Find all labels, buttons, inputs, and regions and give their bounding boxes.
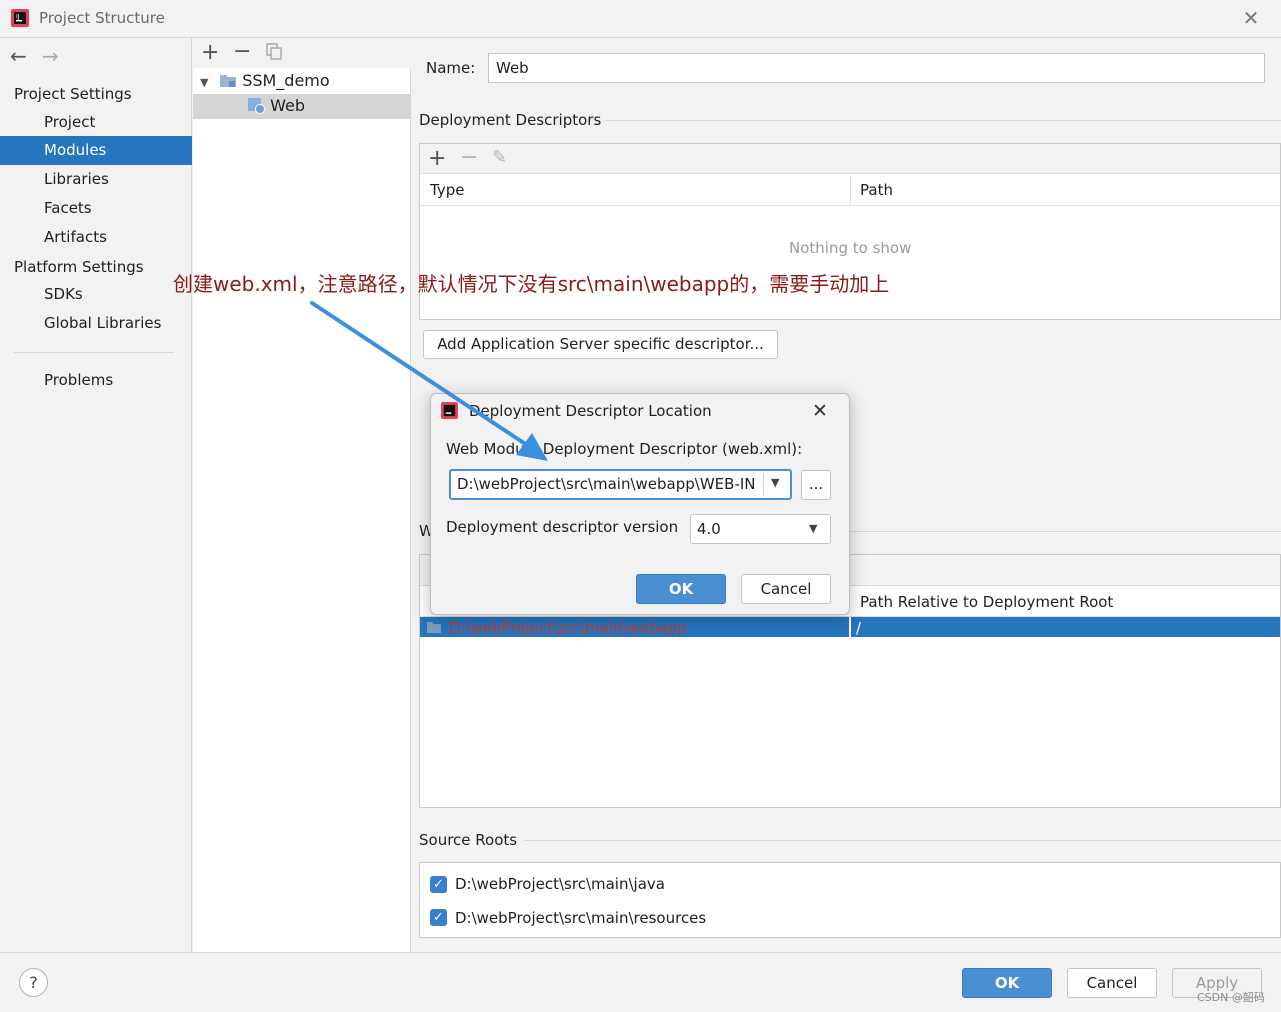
descriptor-path-input[interactable]: D:\webProject\src\main\webapp\WEB-IN bbox=[457, 475, 757, 493]
source-root-checkbox[interactable]: ✓ bbox=[430, 876, 447, 893]
cancel-button[interactable]: Cancel bbox=[1067, 968, 1157, 998]
source-root-path: D:\webProject\src\main\resources bbox=[455, 909, 707, 927]
dd-column-type[interactable]: Type bbox=[430, 181, 464, 199]
column-divider bbox=[849, 617, 851, 637]
ok-button[interactable]: OK bbox=[962, 968, 1052, 998]
version-select[interactable]: 4.0 ▼ bbox=[690, 514, 831, 544]
descriptor-path-combobox[interactable]: D:\webProject\src\main\webapp\WEB-IN ▼ bbox=[449, 469, 792, 500]
group-divider bbox=[605, 120, 1281, 121]
copy-icon[interactable] bbox=[266, 43, 282, 60]
help-button[interactable]: ? bbox=[19, 968, 48, 997]
sidebar-item-problems[interactable]: Problems bbox=[0, 366, 192, 395]
dd-column-path[interactable]: Path bbox=[860, 181, 893, 199]
dd-edit-icon[interactable]: ✎ bbox=[492, 147, 507, 169]
deployment-descriptors-title: Deployment Descriptors bbox=[419, 111, 602, 129]
tree-label-web: Web bbox=[270, 96, 305, 115]
column-divider bbox=[850, 176, 851, 206]
chevron-down-icon[interactable]: ▼ bbox=[200, 70, 214, 95]
tree-label-ssm-demo: SSM_demo bbox=[242, 71, 330, 90]
combo-divider bbox=[763, 473, 764, 496]
dd-add-icon[interactable]: + bbox=[428, 148, 446, 170]
platform-settings-header: Platform Settings bbox=[14, 258, 144, 276]
web-folder-icon bbox=[427, 622, 441, 633]
source-root-checkbox[interactable]: ✓ bbox=[430, 909, 447, 926]
wr-relative-path-cell[interactable]: / bbox=[856, 619, 861, 637]
sidebar-item-sdks[interactable]: SDKs bbox=[0, 280, 192, 309]
remove-icon[interactable]: − bbox=[233, 41, 251, 63]
back-arrow-icon[interactable]: ← bbox=[10, 44, 27, 68]
dialog-close-icon[interactable]: ✕ bbox=[808, 398, 832, 424]
sidebar-item-libraries[interactable]: Libraries bbox=[0, 165, 192, 194]
source-roots-title: Source Roots bbox=[419, 831, 518, 849]
name-label: Name: bbox=[426, 59, 476, 77]
browse-button[interactable]: ... bbox=[801, 470, 831, 500]
sidebar-item-project[interactable]: Project bbox=[0, 108, 192, 137]
group-divider bbox=[524, 840, 1281, 841]
intellij-app-icon: IJ bbox=[11, 9, 29, 27]
wr-column-path-relative[interactable]: Path Relative to Deployment Root bbox=[860, 593, 1113, 611]
annotation-arrow bbox=[310, 301, 548, 461]
window-title: Project Structure bbox=[39, 9, 165, 27]
modules-toolbar bbox=[193, 38, 411, 68]
svg-text:IJ: IJ bbox=[16, 14, 20, 21]
sidebar-item-global-libraries[interactable]: Global Libraries bbox=[0, 309, 192, 338]
wr-directory-cell[interactable]: D:\webProject\src\main\webapp bbox=[449, 619, 687, 637]
sidebar-item-modules[interactable]: Modules bbox=[0, 136, 192, 165]
title-bar bbox=[0, 0, 1281, 38]
watermark: CSDN @韶码 bbox=[1197, 991, 1265, 1004]
dd-empty-text: Nothing to show bbox=[789, 239, 912, 257]
annotation-text: 创建web.xml，注意路径，默认情况下没有src\main\webapp的，需… bbox=[173, 272, 890, 296]
project-settings-header: Project Settings bbox=[14, 85, 132, 103]
window-close-icon[interactable]: ✕ bbox=[1239, 6, 1263, 30]
source-root-path: D:\webProject\src\main\java bbox=[455, 875, 665, 893]
dd-remove-icon[interactable]: − bbox=[460, 147, 478, 169]
group-divider bbox=[850, 531, 1281, 532]
dd-toolbar bbox=[420, 144, 1280, 174]
add-icon[interactable]: + bbox=[201, 42, 219, 64]
sidebar-divider bbox=[14, 352, 174, 353]
dialog-ok-button[interactable]: OK bbox=[636, 574, 726, 604]
tree-row-ssm-demo[interactable]: ▼ SSM_demo bbox=[200, 68, 330, 93]
modules-tree-panel bbox=[193, 38, 411, 952]
sidebar-item-artifacts[interactable]: Artifacts bbox=[0, 223, 192, 252]
chevron-down-icon[interactable]: ▼ bbox=[809, 522, 817, 535]
web-facet-icon bbox=[248, 98, 265, 114]
sidebar-item-facets[interactable]: Facets bbox=[0, 194, 192, 223]
tree-row-web[interactable]: Web bbox=[247, 93, 305, 118]
version-value: 4.0 bbox=[697, 520, 721, 538]
chevron-down-icon[interactable]: ▼ bbox=[771, 476, 779, 489]
name-input[interactable]: Web bbox=[488, 53, 1265, 83]
version-label: Deployment descriptor version bbox=[446, 518, 679, 536]
dialog-cancel-button[interactable]: Cancel bbox=[741, 574, 831, 604]
module-folder-icon bbox=[220, 75, 237, 87]
forward-arrow-icon[interactable]: → bbox=[42, 44, 59, 68]
